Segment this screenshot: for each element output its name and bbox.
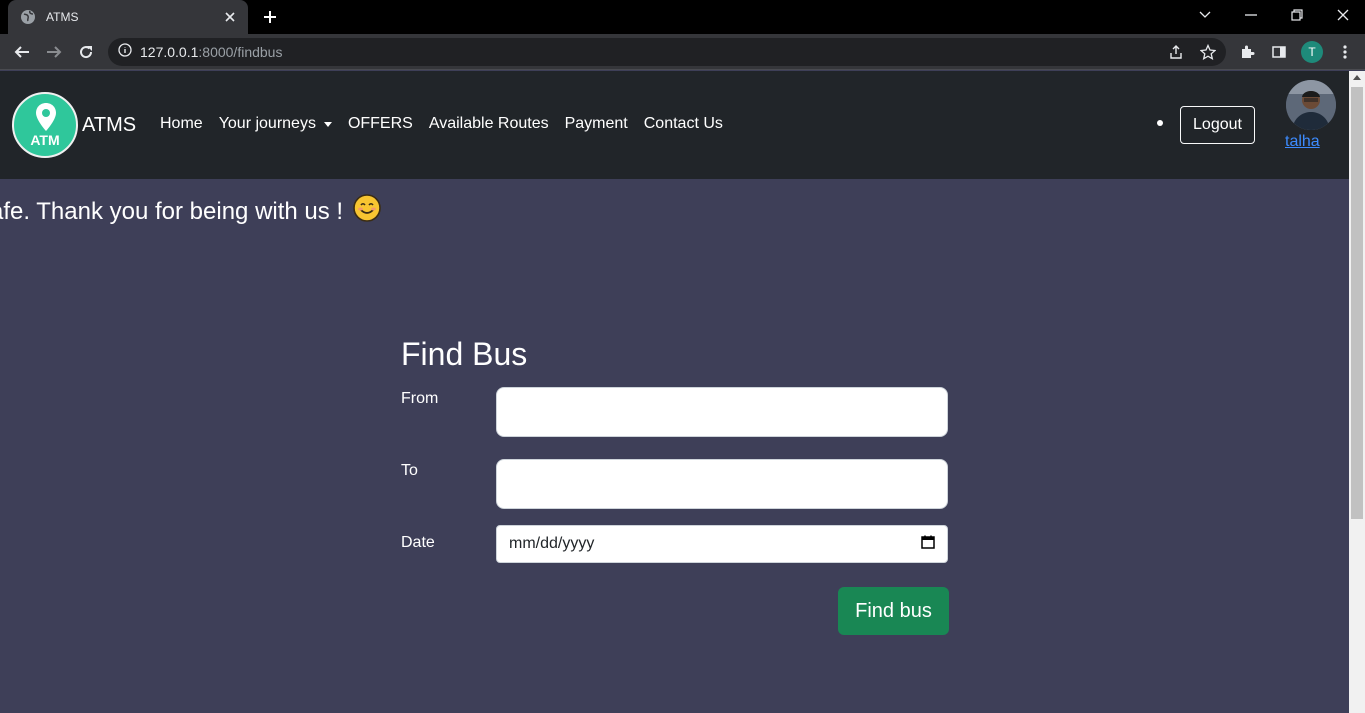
caret-down-icon [323,121,332,127]
browser-toolbar: 127.0.0.1:8000/findbus T [0,34,1365,70]
browser-tab[interactable]: ATMS [8,0,248,34]
brand-name[interactable]: ATMS [82,114,136,137]
to-input[interactable] [496,459,948,509]
extensions-icon[interactable] [1235,40,1259,64]
tab-title: ATMS [46,10,79,24]
back-icon[interactable] [10,40,34,64]
list-bullet [1157,120,1163,126]
date-label: Date [401,534,435,551]
user-avatar[interactable] [1286,80,1336,130]
find-bus-button[interactable]: Find bus [838,587,949,635]
site-navbar: ATM ATMS Home Your journeys OFFERS Avail… [0,71,1349,179]
globe-icon [20,9,36,25]
atm-logo[interactable]: ATM [12,92,78,158]
side-panel-icon[interactable] [1267,40,1291,64]
share-icon[interactable] [1164,40,1188,64]
close-window-icon[interactable] [1320,0,1365,30]
smiling-face-icon [353,194,381,226]
new-tab-icon[interactable] [258,6,282,28]
forward-icon[interactable] [42,40,66,64]
info-icon[interactable] [118,42,132,62]
nav-link-offers[interactable]: OFFERS [348,115,413,133]
page-title: Find Bus [401,336,528,372]
nav-link-payment[interactable]: Payment [565,115,628,133]
date-input[interactable]: mm/dd/yyyy [496,525,948,563]
reload-icon[interactable] [74,40,98,64]
welcome-marquee: afe. Thank you for being with us ! [0,194,1349,226]
restore-icon[interactable] [1274,0,1320,30]
scroll-up-icon[interactable] [1353,75,1361,80]
profile-avatar[interactable]: T [1301,41,1323,63]
logout-button[interactable]: Logout [1180,106,1255,144]
date-placeholder: mm/dd/yyyy [509,535,595,552]
from-input[interactable] [496,387,948,437]
nav-link-contact-us[interactable]: Contact Us [644,115,723,133]
scrollbar-thumb[interactable] [1351,87,1363,519]
nav-link-your-journeys[interactable]: Your journeys [219,115,332,133]
nav-link-your-journeys-label: Your journeys [218,115,316,132]
marquee-message: afe. Thank you for being with us ! [0,197,344,225]
address-bar[interactable]: 127.0.0.1:8000/findbus [108,38,1226,66]
nav-link-home[interactable]: Home [160,115,203,133]
nav-link-available-routes[interactable]: Available Routes [429,115,549,133]
browser-tabstrip: ATMS [0,0,1365,34]
to-label: To [401,462,418,479]
menu-kebab-icon[interactable] [1333,40,1357,64]
username-link[interactable]: talha [1285,133,1320,151]
url-text: 127.0.0.1:8000/findbus [140,44,283,60]
marquee-text: afe. Thank you for being with us ! [0,194,381,226]
from-label: From [401,390,439,407]
page-scrollbar[interactable] [1349,71,1365,713]
minimize-icon[interactable] [1228,0,1274,30]
logo-text: ATM [30,132,60,148]
bookmark-star-icon[interactable] [1196,40,1220,64]
close-tab-icon[interactable] [222,9,238,25]
location-pin-icon [36,103,56,131]
calendar-icon[interactable] [921,535,935,554]
tab-search-icon[interactable] [1182,0,1228,30]
nav-links: Home Your journeys OFFERS Available Rout… [160,115,739,133]
